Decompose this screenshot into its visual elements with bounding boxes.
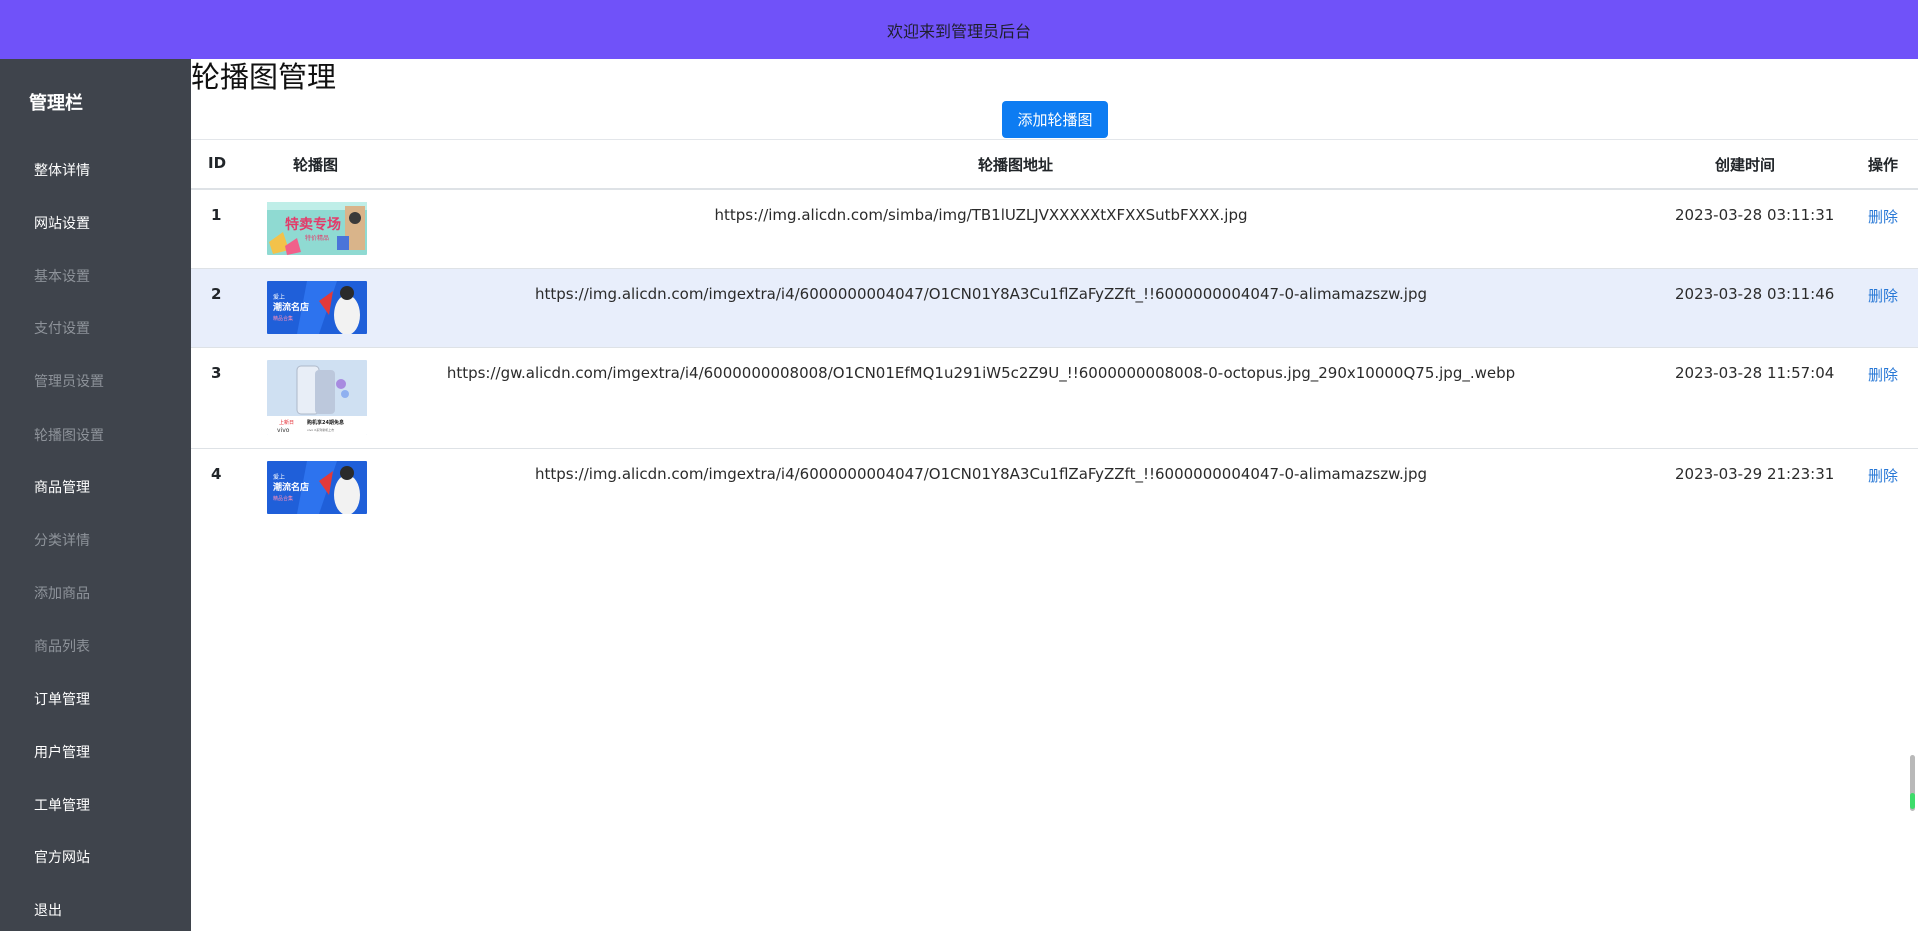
table-row: 4 爱上 潮流名店 精品合集 https://img.alicdn.com/im… <box>191 449 1918 527</box>
table-row: 3 上新日 vivo 购机享24期免息 vivo X系列新机上市 https:/… <box>191 348 1918 449</box>
header-url: 轮播图地址 <box>978 156 1054 174</box>
sidebar-item-product-list[interactable]: 商品列表 <box>34 636 90 656</box>
header-id: ID <box>208 154 227 172</box>
page-title: 轮播图管理 <box>191 60 337 94</box>
row-id: 1 <box>211 206 222 224</box>
thumb-promo: 购机享24期免息 <box>307 419 344 426</box>
row-created: 2023-03-29 21:23:31 <box>1675 465 1835 483</box>
row-id: 4 <box>211 465 222 483</box>
thumb-line3: 精品合集 <box>273 315 293 322</box>
welcome-text: 欢迎来到管理员后台 <box>886 21 1031 41</box>
row-created: 2023-03-28 11:57:04 <box>1675 364 1835 382</box>
thumb-line1: 爱上 <box>273 473 285 481</box>
thumb-line2: 潮流名店 <box>273 301 309 313</box>
row-url: https://img.alicdn.com/simba/img/TB1lUZL… <box>714 206 1248 224</box>
sidebar-item-basic-settings[interactable]: 基本设置 <box>34 266 90 286</box>
sidebar-item-overview[interactable]: 整体详情 <box>34 160 90 180</box>
row-created: 2023-03-28 03:11:46 <box>1675 285 1835 303</box>
thumb-sub-text: 特价精品 <box>305 234 329 242</box>
thumb-line2: 潮流名店 <box>273 481 309 493</box>
table-row: 2 爱上 潮流名店 精品合集 https://img.alicdn.com/im… <box>191 269 1918 348</box>
delete-link[interactable]: 删除 <box>1868 285 1898 306</box>
scroll-indicator <box>1910 793 1915 809</box>
sidebar-item-admin-settings[interactable]: 管理员设置 <box>34 371 104 391</box>
thumb-tag: 上新日 <box>279 419 294 426</box>
sidebar-item-payment-settings[interactable]: 支付设置 <box>34 318 90 338</box>
header-created: 创建时间 <box>1715 156 1776 174</box>
sidebar-item-tickets[interactable]: 工单管理 <box>34 795 90 815</box>
sidebar-item-logout[interactable]: 退出 <box>34 900 62 920</box>
delete-link[interactable]: 删除 <box>1868 465 1898 486</box>
thumb-brand: vivo <box>277 427 290 434</box>
row-created: 2023-03-28 03:11:31 <box>1675 206 1835 224</box>
sidebar-item-add-product[interactable]: 添加商品 <box>34 583 90 603</box>
header-action: 操作 <box>1868 156 1899 174</box>
row-url: https://img.alicdn.com/imgextra/i4/60000… <box>534 285 1427 303</box>
delete-link[interactable]: 删除 <box>1868 206 1898 227</box>
carousel-table: ID 轮播图 轮播图地址 创建时间 操作 1 特卖专场 特价精品 https:/… <box>191 139 1918 527</box>
sidebar: 管理栏 整体详情 网站设置 基本设置 支付设置 管理员设置 轮播图设置 商品管理… <box>0 59 191 931</box>
sidebar-title: 管理栏 <box>29 93 83 114</box>
table-row: 1 特卖专场 特价精品 https://img.alicdn.com/simba… <box>191 190 1918 269</box>
sidebar-item-carousel-settings[interactable]: 轮播图设置 <box>34 425 104 445</box>
sidebar-item-official-site[interactable]: 官方网站 <box>34 847 90 867</box>
row-url: https://gw.alicdn.com/imgextra/i4/600000… <box>446 364 1516 382</box>
row-id: 3 <box>211 364 222 382</box>
sidebar-item-site-settings[interactable]: 网站设置 <box>34 213 90 233</box>
thumb-line3: 精品合集 <box>273 495 293 502</box>
top-bar: 欢迎来到管理员后台 <box>0 0 1918 59</box>
sidebar-item-categories[interactable]: 分类详情 <box>34 530 90 550</box>
add-carousel-button[interactable]: 添加轮播图 <box>1002 101 1108 138</box>
header-image: 轮播图 <box>293 156 339 174</box>
thumb-promo-sub: vivo X系列新机上市 <box>307 427 334 432</box>
table-header: ID 轮播图 轮播图地址 创建时间 操作 <box>191 139 1918 190</box>
delete-link[interactable]: 删除 <box>1868 364 1898 385</box>
row-url: https://img.alicdn.com/imgextra/i4/60000… <box>534 465 1427 483</box>
sidebar-item-users[interactable]: 用户管理 <box>34 742 90 762</box>
sidebar-item-orders[interactable]: 订单管理 <box>34 689 90 709</box>
row-id: 2 <box>211 285 222 303</box>
sidebar-item-products[interactable]: 商品管理 <box>34 477 90 497</box>
main-content: 轮播图管理 添加轮播图 ID 轮播图 轮播图地址 创建时间 操作 1 特卖专场 … <box>191 59 1918 931</box>
thumb-line1: 爱上 <box>273 293 285 301</box>
